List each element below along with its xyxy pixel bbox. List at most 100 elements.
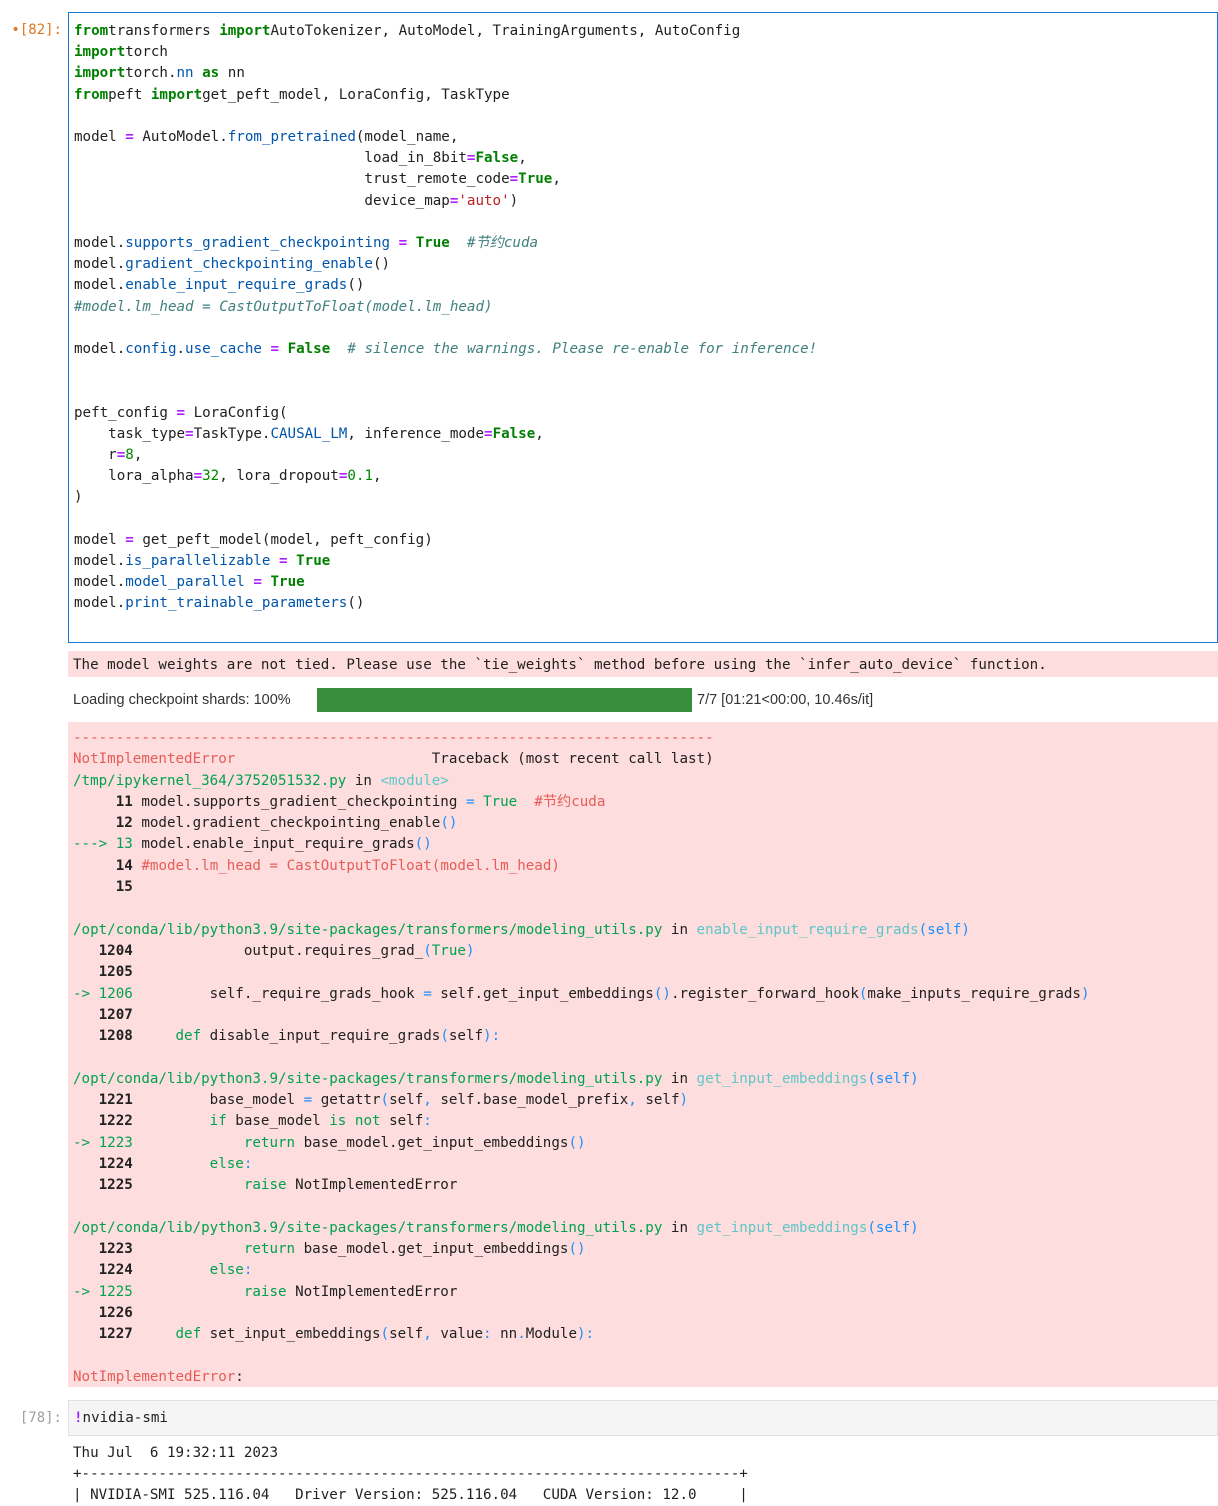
code-token: 1204 <box>98 942 133 959</box>
code-token: True <box>270 574 305 591</box>
code-token: (self) <box>867 1219 919 1236</box>
traceback-line: 1225 raise NotImplementedError <box>73 1175 1218 1196</box>
code-token: CAUSAL_LM <box>270 425 348 442</box>
code-line: model = get_peft_model(model, peft_confi… <box>74 530 1217 551</box>
code-line: ) <box>74 487 1217 508</box>
code-token: () <box>414 836 432 853</box>
code-token: /tmp/ipykernel_364/3752051532.py <box>73 772 347 789</box>
code-line: model.model_parallel = True <box>74 572 1217 593</box>
code-token: 1227 <box>98 1326 133 1343</box>
code-line: frompeft importget_peft_model, LoraConfi… <box>74 85 1217 106</box>
code-token: (self) <box>918 921 970 938</box>
traceback-line: 15 <box>73 877 1218 898</box>
code-token: , <box>133 447 143 464</box>
code-cell-input-2[interactable]: !nvidia-smi <box>68 1400 1218 1436</box>
code-token: set_input_embeddings <box>201 1326 381 1343</box>
code-token: False <box>475 150 519 167</box>
code-token: True <box>483 793 518 810</box>
code-token: model.enable_input_require_grads <box>132 836 415 853</box>
progress-bar-fill <box>317 688 692 712</box>
code-token: torch <box>125 44 168 61</box>
code-token: Traceback (most recent call last) <box>235 751 714 768</box>
code-token: 'auto' <box>458 192 510 209</box>
code-token: model_parallel <box>125 574 245 591</box>
code-token: model. <box>74 574 126 591</box>
traceback-line: -> 1225 raise NotImplementedError <box>73 1282 1218 1303</box>
traceback-line: 1222 if base_model is not self: <box>73 1111 1218 1132</box>
code-token: #节约cuda <box>534 793 606 810</box>
code-token: = <box>509 171 519 188</box>
code-token: AutoTokenizer, AutoModel, TrainingArgume… <box>270 23 741 39</box>
code-editor-2[interactable]: !nvidia-smi <box>69 1401 1217 1429</box>
code-token: model. <box>74 553 126 570</box>
traceback-line: 14 #model.lm_head = CastOutputToFloat(mo… <box>73 856 1218 877</box>
code-token: device_map <box>74 192 450 209</box>
code-token: 14 <box>115 857 133 874</box>
warning-text: The model weights are not tied. Please u… <box>73 657 1047 673</box>
code-line: task_type=TaskType.CAUSAL_LM, inference_… <box>74 424 1217 445</box>
code-token: 8 <box>125 447 134 464</box>
code-token: base_model.get_input_embeddings <box>295 1134 569 1151</box>
traceback-line: 1226 <box>73 1303 1218 1324</box>
code-token: if <box>209 1113 227 1130</box>
traceback-output: ----------------------------------------… <box>68 722 1218 1387</box>
code-token: () <box>653 985 671 1002</box>
code-token: peft_config <box>74 404 177 421</box>
code-token: nn <box>491 1326 518 1343</box>
code-token: 1221 <box>98 1092 133 1109</box>
code-token: model <box>74 129 126 146</box>
code-token: ) <box>679 1092 689 1109</box>
code-token: peft <box>108 86 151 103</box>
code-token: NotImplementedError <box>286 1283 458 1300</box>
code-token: get_peft_model(model, peft_config) <box>133 531 433 548</box>
execution-dot-icon: • <box>11 22 20 38</box>
code-token: : <box>243 1155 253 1172</box>
code-cell-input[interactable]: fromtransformers importAutoTokenizer, Au… <box>68 12 1218 643</box>
code-token: (self) <box>867 1070 919 1087</box>
code-token: self.base_model_prefix <box>431 1092 629 1109</box>
code-token: ) <box>465 942 475 959</box>
progress-bar <box>317 688 692 712</box>
code-token: ---> 13 <box>73 836 133 853</box>
code-token: = <box>193 468 203 485</box>
progress-widget: Loading checkpoint shards: 100% 7/7 [01:… <box>68 686 1218 716</box>
code-token: trust_remote_code <box>74 171 510 188</box>
code-line: model.is_parallelizable = True <box>74 551 1217 572</box>
code-token: ( <box>423 942 432 959</box>
code-token: 1226 <box>98 1305 133 1322</box>
code-token: : <box>483 1326 492 1343</box>
code-token: get_input_embeddings <box>696 1070 868 1087</box>
code-line: peft_config = LoraConfig( <box>74 403 1217 424</box>
code-token: is_parallelizable <box>125 553 271 570</box>
traceback-line: /opt/conda/lib/python3.9/site-packages/t… <box>73 920 1218 941</box>
code-token: LoraConfig( <box>185 404 288 421</box>
code-line: !nvidia-smi <box>74 1408 1217 1429</box>
code-editor[interactable]: fromtransformers importAutoTokenizer, Au… <box>69 13 1217 615</box>
code-token: in <box>346 772 381 789</box>
traceback-line: 12 model.gradient_checkpointing_enable() <box>73 813 1218 834</box>
code-token: 1205 <box>98 964 133 981</box>
code-token: () <box>347 277 365 294</box>
code-token: ( <box>440 1028 449 1045</box>
code-token: <module> <box>380 772 449 789</box>
traceback-line <box>73 1197 1218 1218</box>
code-line: importtorch <box>74 42 1217 63</box>
traceback-line: 1227 def set_input_embeddings(self, valu… <box>73 1324 1218 1345</box>
code-token: , <box>552 171 561 188</box>
